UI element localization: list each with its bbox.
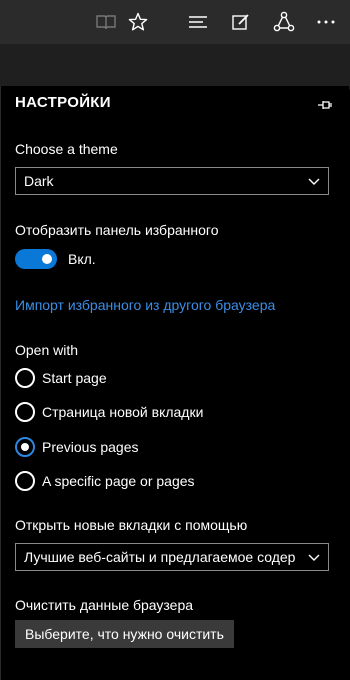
radio-specific-page[interactable] — [15, 471, 35, 491]
favorites-bar-label: Отобразить панель избранного — [15, 222, 219, 238]
radio-start-page-label[interactable]: Start page — [42, 370, 107, 386]
toggle-knob — [42, 254, 52, 264]
clear-data-button[interactable]: Выберите, что нужно очистить — [15, 620, 234, 648]
reading-view-icon[interactable] — [92, 8, 120, 36]
address-bar-area — [0, 44, 350, 90]
more-icon[interactable] — [312, 8, 340, 36]
theme-select-value: Dark — [24, 173, 54, 189]
radio-new-tab-page[interactable] — [15, 402, 35, 422]
radio-start-page[interactable] — [15, 368, 35, 388]
chevron-down-icon — [308, 178, 320, 185]
chevron-down-icon — [308, 554, 320, 561]
hub-icon[interactable] — [184, 8, 212, 36]
import-favorites-link[interactable]: Импорт избранного из другого браузера — [15, 297, 275, 313]
favorites-bar-toggle-state: Вкл. — [68, 251, 96, 267]
pin-icon[interactable] — [317, 98, 333, 110]
radio-previous-pages-label[interactable]: Previous pages — [42, 439, 139, 455]
new-tabs-select-value: Лучшие веб-сайты и предлагаемое содер — [24, 549, 296, 565]
radio-new-tab-page-label[interactable]: Страница новой вкладки — [42, 404, 203, 420]
favorites-bar-toggle[interactable] — [15, 249, 57, 269]
radio-specific-page-label[interactable]: A specific page or pages — [42, 473, 195, 489]
theme-label: Choose a theme — [15, 141, 118, 157]
clear-data-label: Очистить данные браузера — [15, 597, 194, 613]
settings-panel: НАСТРОЙКИ Choose a theme Dark Отобразить… — [0, 86, 349, 680]
browser-toolbar — [0, 0, 350, 44]
favorites-star-icon[interactable] — [124, 8, 152, 36]
open-with-label: Open with — [15, 342, 79, 358]
web-note-icon[interactable] — [227, 8, 255, 36]
new-tabs-label: Открыть новые вкладки с помощью — [15, 517, 248, 533]
new-tabs-select[interactable]: Лучшие веб-сайты и предлагаемое содер — [15, 543, 329, 571]
theme-select[interactable]: Dark — [15, 167, 329, 195]
radio-previous-pages[interactable] — [15, 437, 35, 457]
share-icon[interactable] — [270, 8, 298, 36]
panel-title: НАСТРОЙКИ — [15, 94, 111, 111]
